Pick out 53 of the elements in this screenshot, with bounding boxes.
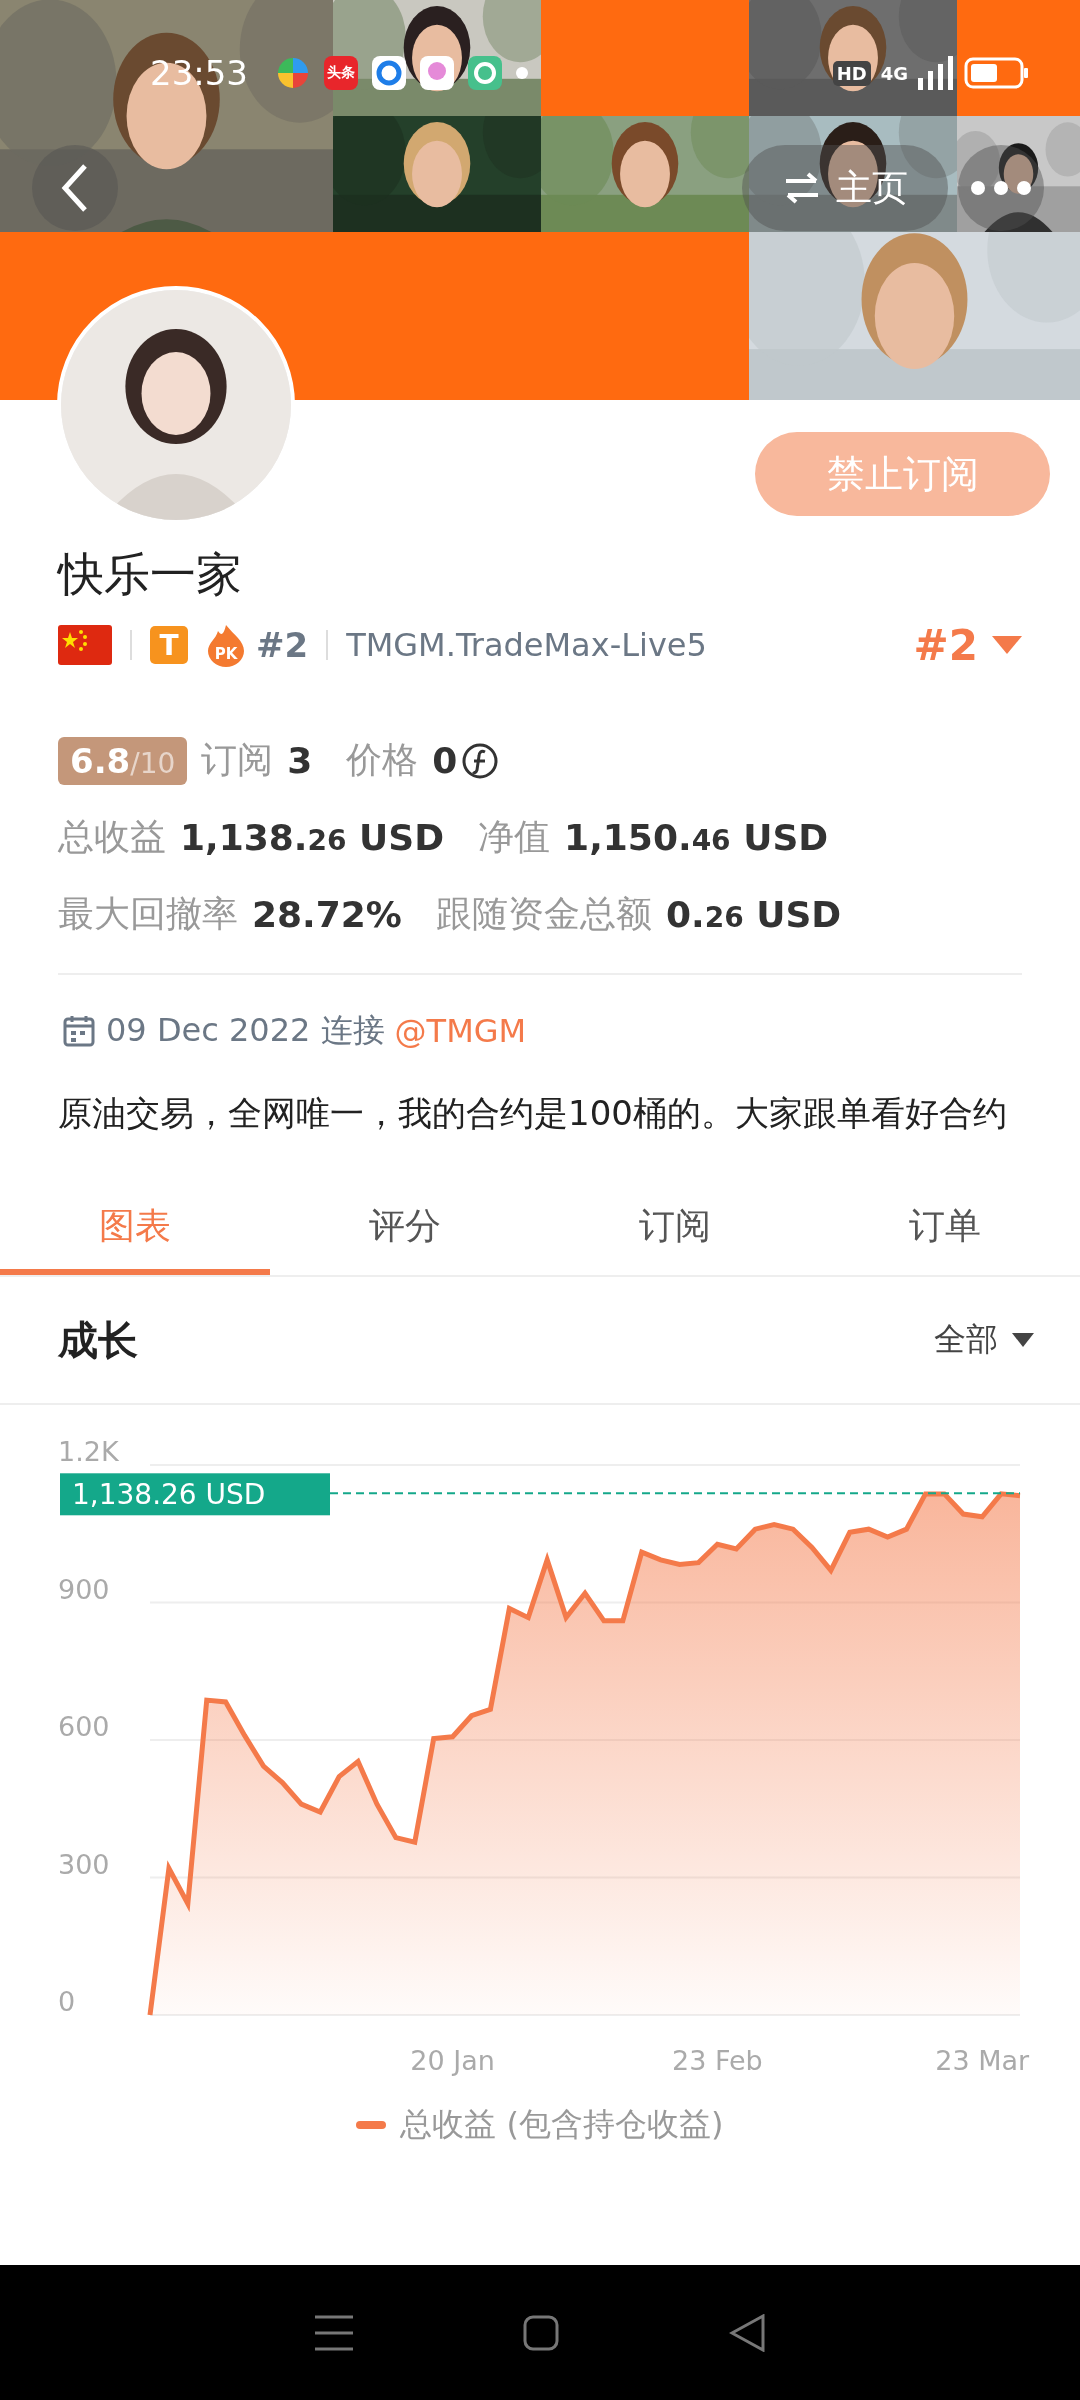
camera-icon (468, 56, 502, 90)
tab[interactable]: 订阅 (540, 1183, 810, 1275)
section-title: 成长 (58, 1315, 138, 1365)
axis-label: 23 Mar (935, 2045, 1030, 2076)
caret-icon (1012, 1333, 1034, 1347)
rank-label: #2 (256, 625, 309, 665)
stat-value: 1,138.26 USD (180, 817, 445, 858)
coin-icon (461, 741, 500, 780)
stat-value: 3 (287, 740, 313, 781)
tab[interactable]: 图表 (0, 1183, 270, 1275)
broker-link[interactable]: @TMGM (394, 1012, 527, 1050)
balloon-icon (420, 56, 454, 90)
axis-label: 20 Jan (410, 2045, 495, 2076)
stat-value: 0 (432, 740, 458, 781)
rank-selector[interactable]: #2 (913, 620, 1022, 670)
stat-value: 28.72% (252, 894, 402, 935)
calendar-icon (62, 1014, 96, 1048)
home-icon[interactable] (523, 2314, 559, 2351)
value-tag: 1,138.26 USD (60, 1473, 330, 1516)
range-dropdown[interactable]: 全部 (928, 1317, 1040, 1363)
menu-icon[interactable] (315, 2314, 353, 2351)
axis-label: 300 (58, 1848, 110, 1880)
dot-icon (516, 67, 528, 79)
legend-label: 总收益 (包含持仓收益) (400, 2104, 724, 2145)
axis-label: 600 (58, 1711, 110, 1742)
stat-label: 订阅 (201, 738, 274, 782)
axis-label: 1.2K (58, 1436, 119, 1467)
stat-label: 价格 (346, 738, 419, 782)
ring-icon (372, 56, 406, 90)
stat-value: 1,150.46 USD (564, 817, 829, 858)
axis-label: 900 (58, 1573, 110, 1605)
trader-name: 快乐一家 (56, 546, 243, 603)
news-app-icon: 头条 (324, 56, 358, 90)
tier-badge: T (150, 626, 188, 664)
back-icon[interactable] (729, 2313, 765, 2352)
china-flag-icon (58, 625, 112, 665)
description: 原油交易，全网唯一，我的合约是100桶的。大家跟单看好合约 (58, 1092, 1008, 1135)
server-name: TMGM.TradeMax-Live5 (346, 626, 707, 664)
ref-line-label: 1,138.26 USD (72, 1478, 266, 1512)
connection-date: 09 Dec 2022 连接 (106, 1010, 385, 1051)
caret-icon (992, 636, 1022, 654)
tab[interactable]: 评分 (270, 1183, 540, 1275)
stat-label: 最大回撤率 (58, 892, 238, 936)
pk-label: PK (214, 645, 238, 663)
tab[interactable]: 订单 (810, 1183, 1080, 1275)
axis-label: 0 (58, 1986, 76, 2017)
rating-badge: 6.8/10 (58, 736, 188, 785)
stat-value: 0.26 USD (665, 894, 842, 935)
battery-icon (964, 57, 1030, 89)
axis-label: 23 Feb (672, 2045, 763, 2076)
stat-label: 总收益 (58, 815, 166, 859)
stat-label: 净值 (478, 815, 551, 859)
stat-label: 跟随资金总额 (435, 892, 652, 936)
